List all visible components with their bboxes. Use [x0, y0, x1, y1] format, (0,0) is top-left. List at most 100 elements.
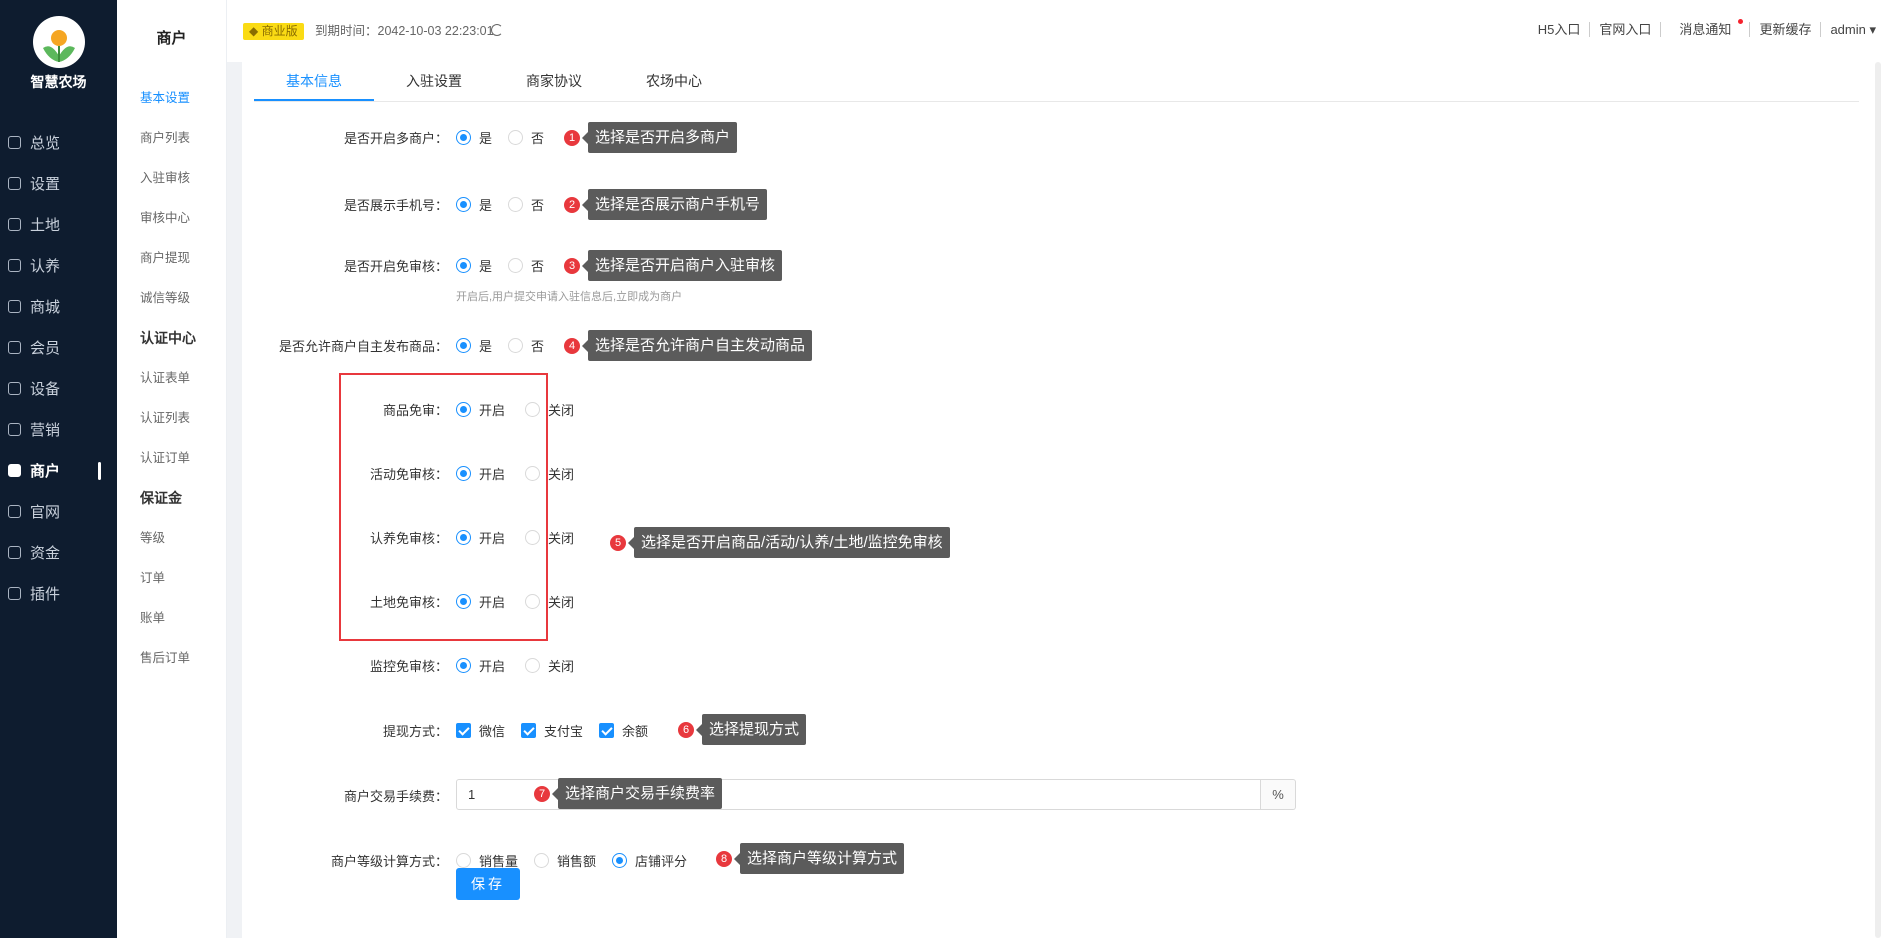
update-cache-link[interactable]: 更新缓存	[1749, 22, 1820, 37]
radio-on[interactable]: 开启	[456, 400, 505, 419]
funds-icon	[8, 546, 21, 559]
radio-sales-amount[interactable]: 销售额	[534, 851, 596, 870]
plugin-icon	[8, 587, 21, 600]
row-self-publish: 是否允许商户自主发布商品： 是 否	[279, 336, 560, 355]
nav-label: 商户	[30, 463, 61, 480]
notifications-link[interactable]: 消息通知	[1660, 19, 1749, 37]
subnav-bill[interactable]: 账单	[117, 598, 226, 638]
nav-item-plugin[interactable]: 插件	[0, 573, 117, 614]
checkbox-box	[456, 723, 471, 738]
shop-icon	[8, 300, 21, 313]
radio-no[interactable]: 否	[508, 256, 544, 275]
radio-label: 关闭	[548, 403, 575, 418]
radio-yes[interactable]: 是	[456, 195, 492, 214]
radio-no[interactable]: 否	[508, 195, 544, 214]
nav-item-website[interactable]: 官网	[0, 491, 117, 532]
sub-sidebar-title: 商户	[156, 30, 187, 47]
subnav-order[interactable]: 订单	[117, 558, 226, 598]
save-button[interactable]: 保存	[456, 868, 520, 900]
radio-no[interactable]: 否	[508, 128, 544, 147]
subnav-cert-order[interactable]: 认证订单	[117, 438, 226, 478]
nav-item-shop[interactable]: 商城	[0, 286, 117, 327]
grid-icon	[8, 218, 21, 231]
refresh-icon[interactable]	[491, 24, 503, 36]
nav-item-overview[interactable]: 总览	[0, 122, 117, 163]
callout-text: 选择是否开启商品/活动/认养/土地/监控免审核	[628, 527, 950, 558]
tab-basic-info[interactable]: 基本信息	[254, 62, 374, 101]
radio-on[interactable]: 开启	[456, 656, 505, 675]
tab-farm-center[interactable]: 农场中心	[614, 62, 734, 101]
brand-title: 智慧农场	[30, 74, 87, 90]
radio-circle	[525, 466, 541, 481]
user-menu[interactable]: admin ▾	[1820, 22, 1885, 37]
checkbox-alipay[interactable]: 支付宝	[521, 721, 583, 740]
h5-entry-link[interactable]: H5入口	[1529, 22, 1590, 37]
radio-no[interactable]: 否	[508, 336, 544, 355]
radio-off[interactable]: 关闭	[525, 656, 574, 675]
subnav-level[interactable]: 等级	[117, 518, 226, 558]
checkbox-wechat[interactable]: 微信	[456, 721, 505, 740]
nav-item-funds[interactable]: 资金	[0, 532, 117, 573]
nav-item-merchant[interactable]: 商户	[0, 450, 117, 491]
callout-5: 5 选择是否开启商品/活动/认养/土地/监控免审核	[610, 527, 950, 558]
radio-circle	[456, 853, 471, 868]
nav-item-land[interactable]: 土地	[0, 204, 117, 245]
merchant-icon	[8, 464, 21, 477]
radio-on[interactable]: 开启	[456, 464, 505, 483]
subnav-merchant-withdraw[interactable]: 商户提现	[117, 238, 226, 278]
subnav-audit-center[interactable]: 审核中心	[117, 198, 226, 238]
edition-label: 商业版	[261, 24, 298, 38]
member-icon	[8, 341, 21, 354]
callout-text: 选择是否允许商户自主发动商品	[581, 330, 813, 361]
callout-1: 1 选择是否开启多商户	[564, 122, 738, 153]
checkbox-label: 余额	[622, 724, 649, 739]
radio-yes[interactable]: 是	[456, 256, 492, 275]
row-monitor-audit: 监控免审核： 开启 关闭	[370, 656, 590, 675]
vertical-scrollbar[interactable]	[1875, 62, 1881, 938]
nav-item-device[interactable]: 设备	[0, 368, 117, 409]
checkbox-balance[interactable]: 余额	[599, 721, 648, 740]
field-label: 商户等级计算方式：	[330, 854, 448, 869]
radio-on[interactable]: 开启	[456, 528, 505, 547]
callout-2: 2 选择是否展示商户手机号	[564, 189, 768, 220]
subnav-basic-settings[interactable]: 基本设置	[117, 78, 226, 118]
radio-off[interactable]: 关闭	[525, 400, 574, 419]
gear-icon	[8, 177, 21, 190]
radio-yes[interactable]: 是	[456, 128, 492, 147]
radio-yes[interactable]: 是	[456, 336, 492, 355]
nav-item-settings[interactable]: 设置	[0, 163, 117, 204]
callout-number: 3	[564, 257, 580, 274]
device-icon	[8, 382, 21, 395]
radio-off[interactable]: 关闭	[525, 464, 574, 483]
nav-item-member[interactable]: 会员	[0, 327, 117, 368]
tab-merchant-agreement[interactable]: 商家协议	[494, 62, 614, 101]
radio-off[interactable]: 关闭	[525, 528, 574, 547]
top-header: ◆ 商业版 到期时间：2042-10-03 22:23:01 H5入口 官网入口…	[227, 0, 1895, 62]
subnav-settle-audit[interactable]: 入驻审核	[117, 158, 226, 198]
edition-badge: ◆ 商业版	[243, 23, 304, 40]
subnav-credit-level[interactable]: 诚信等级	[117, 278, 226, 318]
callout-number: 5	[610, 534, 626, 551]
field-label: 商品免审：	[382, 403, 448, 418]
callout-6: 6 选择提现方式	[678, 714, 807, 745]
radio-store-rating[interactable]: 店铺评分	[612, 851, 687, 870]
radio-off[interactable]: 关闭	[525, 592, 574, 611]
radio-label: 是	[479, 339, 493, 354]
website-entry-link[interactable]: 官网入口	[1589, 22, 1660, 37]
checkbox-box	[599, 723, 615, 738]
nav-item-marketing[interactable]: 营销	[0, 409, 117, 450]
subnav-cert-list[interactable]: 认证列表	[117, 398, 226, 438]
radio-circle	[508, 258, 524, 273]
adopt-icon	[8, 259, 21, 272]
nav-item-adopt[interactable]: 认养	[0, 245, 117, 286]
header-links: H5入口 官网入口 消息通知 更新缓存 admin ▾	[1529, 19, 1885, 37]
subnav-cert-form[interactable]: 认证表单	[117, 358, 226, 398]
tab-settle-settings[interactable]: 入驻设置	[374, 62, 494, 101]
radio-label: 是	[479, 131, 493, 146]
callout-4: 4 选择是否允许商户自主发动商品	[564, 330, 813, 361]
radio-on[interactable]: 开启	[456, 592, 505, 611]
subnav-aftersale-order[interactable]: 售后订单	[117, 638, 226, 678]
radio-circle	[456, 338, 471, 353]
subnav-merchant-list[interactable]: 商户列表	[117, 118, 226, 158]
nav-label: 官网	[30, 504, 61, 521]
